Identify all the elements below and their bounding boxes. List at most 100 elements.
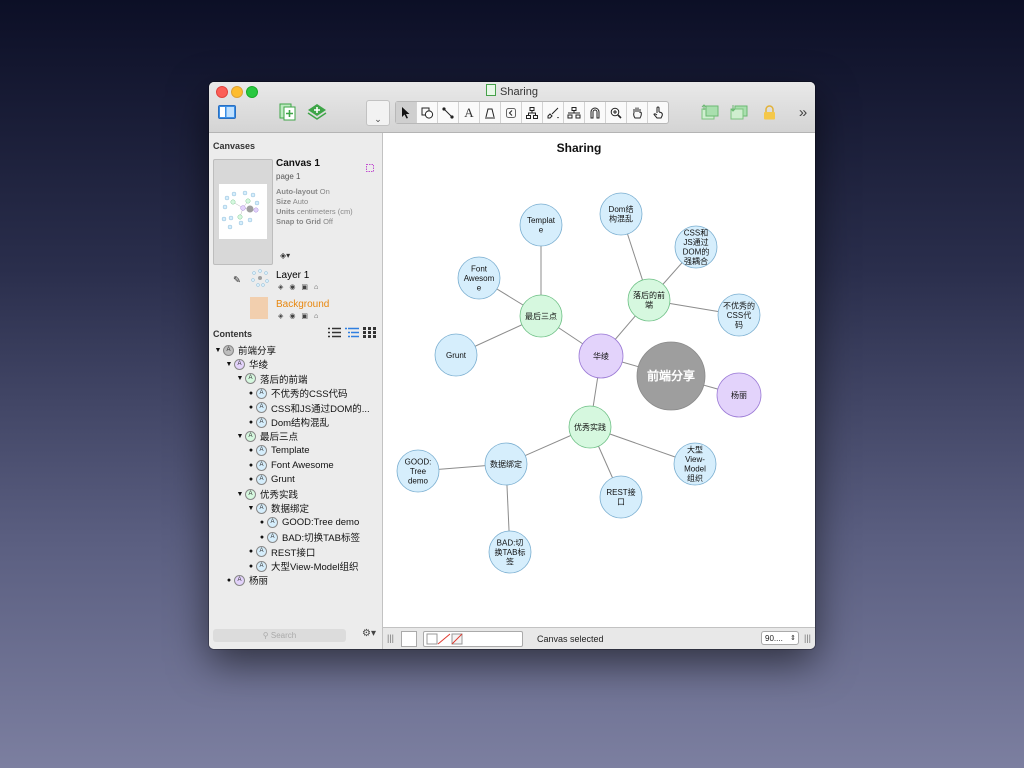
browse-tool[interactable] — [648, 102, 668, 123]
line-tool[interactable] — [438, 102, 459, 123]
bring-forward-button[interactable] — [699, 102, 721, 122]
mind-map-node[interactable]: CSS和 JS通过 DOM的强耦合 — [674, 225, 718, 269]
selection-tool[interactable] — [564, 102, 585, 123]
canvas-resize-icon — [366, 164, 374, 172]
disclosure-triangle-icon[interactable]: ▼ — [235, 433, 245, 440]
mind-map-node[interactable]: 前端分享 — [636, 341, 706, 411]
shape-type-icon: A — [245, 430, 256, 442]
mind-map-node[interactable]: REST接口 — [599, 475, 643, 519]
style-menu-button[interactable]: ⌄ — [366, 100, 390, 126]
right-splitter-handle[interactable]: ||| — [804, 633, 811, 643]
stepper-icon[interactable]: ⇕ — [790, 632, 796, 646]
outline-row[interactable]: ● A Font Awesome — [246, 458, 334, 472]
canvases-heading: Canvases — [213, 141, 256, 151]
back-tool[interactable] — [501, 102, 522, 123]
disclosure-triangle-icon[interactable]: ▼ — [235, 375, 245, 382]
disclosure-triangle-icon[interactable]: ▼ — [213, 347, 223, 354]
outline-row[interactable]: ● A 杨丽 — [224, 573, 268, 587]
outline-row-label: 数据绑定 — [271, 504, 310, 516]
mind-map-node[interactable]: 优秀实践 — [568, 405, 612, 449]
mind-map-node[interactable]: BAD:切换TAB标签 — [488, 530, 532, 574]
lock-button[interactable] — [759, 102, 779, 122]
mind-map-node[interactable]: Dom结构混乱 — [599, 192, 643, 236]
outline-row[interactable]: ▼ A 优秀实践 — [235, 487, 298, 501]
grid-view-icon[interactable] — [363, 327, 376, 338]
outline-row-label: Grunt — [271, 474, 295, 486]
list-view-icon[interactable] — [328, 327, 341, 338]
outline-row[interactable]: ▼ A 数据绑定 — [246, 501, 309, 515]
diagram-tool[interactable] — [522, 102, 543, 123]
canvas-name[interactable]: Canvas 1 — [276, 158, 353, 169]
layer-controls[interactable]: ◈ ◉ ▣ ⌂ — [278, 283, 320, 291]
layer-name[interactable]: Layer 1 — [276, 270, 309, 281]
outline-row[interactable]: ● A 不优秀的CSS代码 — [246, 386, 348, 400]
disclosure-triangle-icon[interactable]: ▼ — [224, 361, 234, 368]
outline-row[interactable]: ● A GOOD:Tree demo — [257, 516, 359, 530]
pen-tool[interactable] — [480, 102, 501, 123]
mind-map-node[interactable]: 最后三点 — [519, 294, 563, 338]
outline-row[interactable]: ● A 大型View-Model组织 — [246, 559, 358, 573]
zoom-field[interactable]: 90.... ⇕ — [761, 631, 799, 645]
shape-type-icon: A — [245, 373, 256, 385]
shape-tool[interactable] — [417, 102, 438, 123]
magnet-tool[interactable] — [585, 102, 606, 123]
text-tool[interactable]: A — [459, 102, 480, 123]
outline-row[interactable]: ● A Dom结构混乱 — [246, 415, 329, 429]
mind-map-node[interactable]: 数据绑定 — [484, 442, 528, 486]
hand-tool[interactable] — [627, 102, 648, 123]
fill-color-well[interactable] — [401, 631, 417, 647]
bullet-icon: ● — [248, 404, 254, 412]
selection-icon — [567, 106, 581, 118]
outline-view-icon[interactable] — [345, 327, 359, 338]
style-brush-tool[interactable] — [543, 102, 564, 123]
mind-map-diagram: Sharing 前端分享 华绫杨丽 落后的前端最后三点优秀实践数据绑定 不优秀的 CSS… — [396, 141, 762, 574]
new-canvas-button[interactable] — [278, 102, 298, 122]
mind-map-node[interactable]: Font Awesom e — [457, 256, 501, 300]
mind-map-node[interactable]: Grunt — [434, 333, 478, 377]
mind-map-node[interactable]: Templat e — [519, 203, 563, 247]
canvas-options-button[interactable] — [365, 160, 375, 178]
diagram-canvas[interactable]: Sharing 前端分享 华绫杨丽 落后的前端最后三点优秀实践 数据绑定 不优秀的 CSS… — [383, 133, 815, 627]
mind-map-node[interactable]: 华绫 — [578, 333, 624, 379]
layer-popup-button[interactable]: ◈▾ — [280, 251, 290, 260]
outline-row[interactable]: ● A Template — [246, 444, 310, 458]
sidebar: Canvases Canvas 1 page 1 Auto-layout On … — [209, 133, 383, 649]
background-layer-controls[interactable]: ◈ ◉ ▣ ⌂ — [278, 312, 320, 320]
node-label: Grunt — [446, 351, 467, 360]
send-backward-button[interactable] — [728, 102, 750, 122]
left-splitter-handle[interactable]: ||| — [387, 633, 394, 643]
settings-menu-button[interactable]: ⚙▾ — [362, 628, 376, 639]
toolbar-overflow-button[interactable]: » — [794, 102, 812, 122]
mind-map-node[interactable]: 大型 View-Model 组织 — [673, 442, 717, 486]
outline-row[interactable]: ● A REST接口 — [246, 545, 315, 559]
contents-heading: Contents — [213, 329, 252, 339]
canvas-thumbnail[interactable] — [213, 159, 273, 265]
hand-icon — [633, 107, 642, 119]
node-label: 最后三点 — [525, 311, 557, 321]
gear-icon: ⚙▾ — [362, 628, 376, 639]
pointer-tool[interactable] — [396, 102, 417, 123]
zoom-tool[interactable] — [606, 102, 627, 123]
sidebar-toggle-button[interactable] — [217, 102, 237, 122]
layer-edit-pencil[interactable]: ✎ — [233, 275, 241, 286]
outline-row[interactable]: ● A BAD:切换TAB标签 — [257, 530, 360, 544]
outline-row[interactable]: ▼ A 最后三点 — [235, 429, 298, 443]
mind-map-node[interactable]: GOOD: Tree demo — [396, 449, 440, 493]
mind-map-node[interactable]: 杨丽 — [716, 372, 762, 418]
search-field[interactable]: ⚲ Search — [213, 629, 346, 642]
shape-type-icon: A — [256, 546, 267, 558]
outline-row[interactable]: ▼ A 前端分享 — [213, 343, 276, 357]
canvas-title: Sharing — [557, 141, 602, 155]
mind-map-node[interactable]: 落后的前端 — [627, 278, 671, 322]
disclosure-triangle-icon[interactable]: ▼ — [235, 491, 245, 498]
outline-row[interactable]: ● A Grunt — [246, 473, 295, 487]
outline-row[interactable]: ▼ A 落后的前端 — [235, 372, 308, 386]
outline-row-label: Font Awesome — [271, 459, 334, 471]
outline-row[interactable]: ▼ A 华绫 — [224, 357, 268, 371]
stroke-style-well[interactable] — [423, 631, 523, 647]
background-layer-name[interactable]: Background — [276, 299, 329, 310]
disclosure-triangle-icon[interactable]: ▼ — [246, 505, 256, 512]
new-layer-button[interactable] — [306, 102, 328, 122]
mind-map-node[interactable]: 不优秀的 CSS代码 — [717, 293, 761, 337]
outline-row[interactable]: ● A CSS和JS通过DOM的... — [246, 401, 370, 415]
